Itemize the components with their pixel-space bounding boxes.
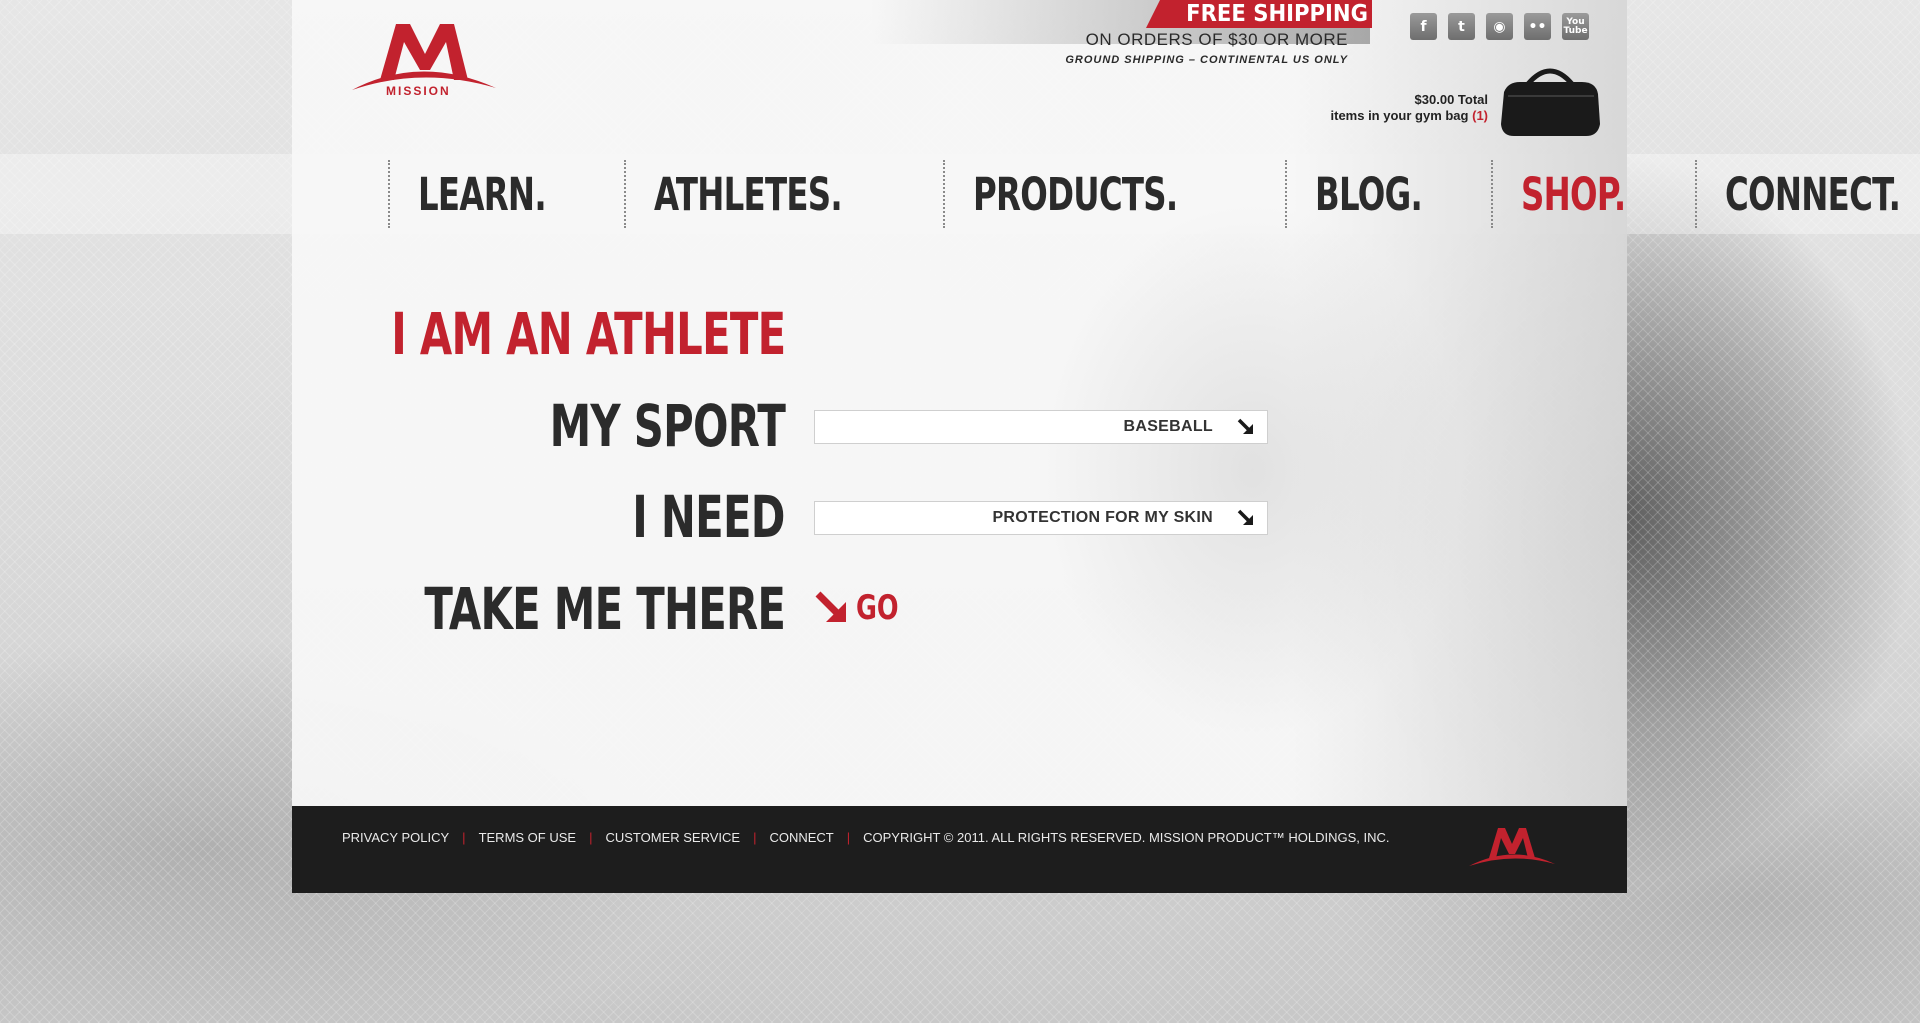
footer-separator: | — [846, 830, 851, 845]
footer: PRIVACY POLICY | TERMS OF USE | CUSTOMER… — [292, 806, 1627, 893]
gym-bag-icon[interactable] — [1498, 62, 1602, 140]
twitter-icon[interactable]: t — [1448, 13, 1475, 40]
go-button[interactable]: GO — [812, 588, 913, 628]
flickr-icon[interactable]: •• — [1524, 13, 1551, 40]
footer-separator: | — [462, 830, 466, 845]
take-me-there-label: TAKE ME THERE — [424, 575, 786, 643]
nav-blog[interactable]: BLOG. — [1284, 160, 1492, 228]
sport-select[interactable]: BASEBALL — [814, 410, 1268, 444]
shipping-note: GROUND SHIPPING – CONTINENTAL US ONLY — [1065, 54, 1348, 66]
footer-link-privacy[interactable]: PRIVACY POLICY — [342, 830, 449, 845]
sport-label: MY SPORT — [549, 392, 785, 460]
need-select-value: PROTECTION FOR MY SKIN — [992, 509, 1213, 526]
social-links: f t ◉ •• You Tube — [1410, 13, 1589, 40]
footer-links: PRIVACY POLICY | TERMS OF USE | CUSTOMER… — [342, 830, 1389, 845]
footer-link-terms[interactable]: TERMS OF USE — [479, 830, 577, 845]
nav-shop[interactable]: SHOP. — [1491, 160, 1694, 228]
nav-connect[interactable]: CONNECT. — [1694, 160, 1920, 228]
nav-products[interactable]: PRODUCTS. — [942, 160, 1285, 228]
arrow-down-right-icon — [1237, 418, 1253, 434]
cart-total[interactable]: $30.00 Total — [1300, 92, 1488, 107]
go-label: GO — [856, 588, 899, 628]
footer-copyright: COPYRIGHT © 2011. ALL RIGHTS RESERVED. M… — [863, 830, 1390, 845]
main-nav: LEARN. ATHLETES. PRODUCTS. BLOG. SHOP. C… — [388, 160, 1920, 228]
logo-wordmark: MISSION — [386, 84, 451, 98]
shipping-threshold: ON ORDERS OF $30 OR MORE — [1085, 30, 1348, 49]
need-select[interactable]: PROTECTION FOR MY SKIN — [814, 501, 1268, 535]
athlete-headline: I AM AN ATHLETE — [390, 300, 786, 368]
footer-separator: | — [589, 830, 593, 845]
arrow-down-right-icon — [1237, 509, 1253, 525]
footer-link-customer-service[interactable]: CUSTOMER SERVICE — [605, 830, 740, 845]
rss-icon[interactable]: ◉ — [1486, 13, 1513, 40]
go-arrow-icon — [815, 591, 846, 622]
sport-select-value: BASEBALL — [1123, 418, 1213, 435]
need-label: I NEED — [632, 483, 786, 551]
nav-athletes[interactable]: ATHLETES. — [623, 160, 943, 228]
cart-count: (1) — [1472, 108, 1488, 123]
footer-separator: | — [753, 830, 757, 845]
cart-items[interactable]: items in your gym bag (1) — [1260, 108, 1489, 123]
free-shipping-title: FREE SHIPPING — [1186, 1, 1368, 27]
footer-link-connect[interactable]: CONNECT — [769, 830, 833, 845]
footer-mission-logo[interactable] — [1467, 824, 1557, 872]
cart-items-label: items in your gym bag — [1330, 108, 1469, 123]
youtube-icon[interactable]: You Tube — [1562, 13, 1589, 40]
nav-learn[interactable]: LEARN. — [388, 160, 624, 228]
facebook-icon[interactable]: f — [1410, 13, 1437, 40]
